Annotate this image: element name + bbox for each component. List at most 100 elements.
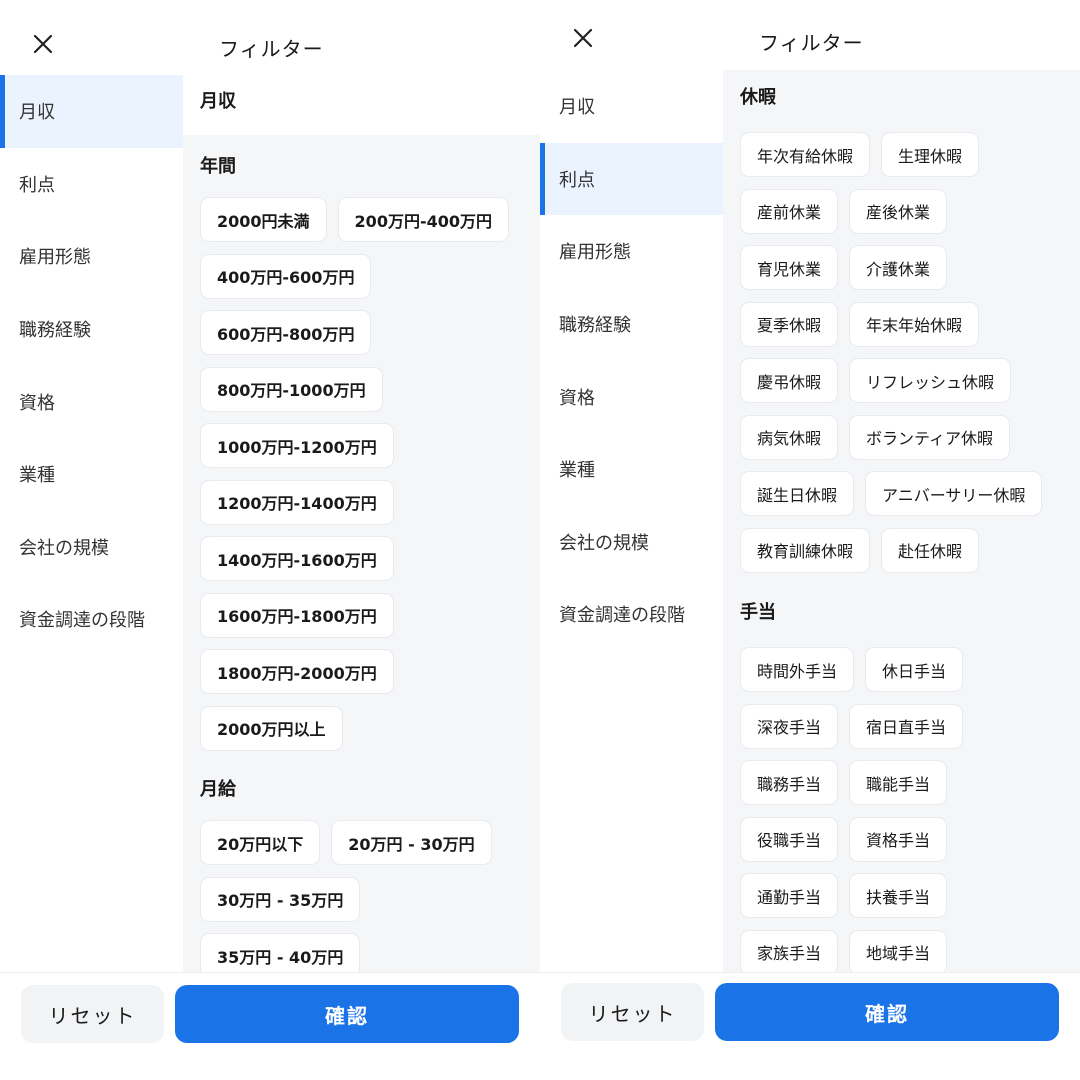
sidebar-item-label: 資格 bbox=[559, 387, 595, 409]
sidebar-item-label: 会社の規模 bbox=[19, 537, 109, 559]
sidebar-item-label: 月収 bbox=[559, 97, 595, 119]
sidebar-item-employment-type[interactable]: 雇用形態 bbox=[0, 220, 183, 293]
sidebar-item-monthly-income[interactable]: 月収 bbox=[540, 70, 723, 143]
filter-chip[interactable]: 2000万円以上 bbox=[200, 705, 343, 751]
sidebar-item-label: 利点 bbox=[19, 174, 55, 196]
filter-chip[interactable]: 夏季休暇 bbox=[740, 301, 839, 347]
filter-chip[interactable]: 地域手当 bbox=[849, 929, 948, 972]
page-title: フィルター bbox=[759, 31, 864, 55]
filter-chip[interactable]: 1000万円-1200万円 bbox=[200, 423, 394, 468]
filter-chip[interactable]: リフレッシュ休暇 bbox=[849, 358, 1012, 403]
sidebar-item-experience[interactable]: 職務経験 bbox=[540, 288, 723, 361]
footer-actions: リセット 確認 bbox=[540, 972, 1080, 1080]
page-title: フィルター bbox=[219, 37, 324, 61]
chip-group-allowance: 時間外手当 休日手当 深夜手当 宿日直手当 職務手当 職能手当 役職手当 資格手… bbox=[723, 647, 1080, 972]
filter-chip[interactable]: 慶弔休暇 bbox=[740, 358, 839, 403]
filter-chip[interactable]: 生理休暇 bbox=[881, 132, 980, 177]
filter-chip[interactable]: 職能手当 bbox=[849, 760, 948, 805]
sidebar-item-funding-stage[interactable]: 資金調達の段階 bbox=[540, 578, 723, 651]
sidebar-item-company-size[interactable]: 会社の規模 bbox=[0, 511, 183, 584]
header: フィルター bbox=[540, 0, 1080, 75]
reset-button[interactable]: リセット bbox=[21, 985, 164, 1043]
confirm-button[interactable]: 確認 bbox=[715, 983, 1059, 1041]
section-label-annual: 年間 bbox=[200, 156, 236, 177]
sidebar-item-experience[interactable]: 職務経験 bbox=[0, 293, 183, 366]
sidebar-item-employment-type[interactable]: 雇用形態 bbox=[540, 215, 723, 288]
filter-chip[interactable]: 1600万円-1800万円 bbox=[200, 592, 394, 638]
sidebar-item-label: 月収 bbox=[19, 102, 55, 124]
filter-chip[interactable]: 800万円-1000万円 bbox=[200, 366, 383, 412]
confirm-button[interactable]: 確認 bbox=[175, 985, 519, 1043]
close-button[interactable] bbox=[563, 20, 603, 60]
filter-options: 月収 年間 2000円未満 200万円-400万円 400万円-600万円 60… bbox=[183, 75, 540, 972]
sidebar-item-company-size[interactable]: 会社の規模 bbox=[540, 506, 723, 579]
filter-chip[interactable]: 200万円-400万円 bbox=[337, 197, 509, 242]
section-label-allowance: 手当 bbox=[740, 602, 776, 623]
filter-chip[interactable]: アニバーサリー休暇 bbox=[865, 471, 1043, 516]
filter-chip[interactable]: 誕生日休暇 bbox=[740, 471, 855, 516]
sidebar-item-label: 利点 bbox=[559, 169, 595, 191]
sidebar: 月収 利点 雇用形態 職務経験 資格 業種 会社の規模 資金調達の段階 bbox=[540, 70, 723, 651]
filter-chip[interactable]: 1800万円-2000万円 bbox=[200, 649, 394, 694]
filter-chip[interactable]: 産後休業 bbox=[849, 188, 948, 234]
sidebar-item-label: 職務経験 bbox=[19, 320, 91, 342]
sidebar: 月収 利点 雇用形態 職務経験 資格 業種 会社の規模 資金調達の段階 bbox=[0, 75, 183, 656]
sidebar-item-label: 雇用形態 bbox=[559, 242, 631, 264]
sidebar-item-label: 会社の規模 bbox=[559, 532, 649, 554]
filter-chip[interactable]: 年末年始休暇 bbox=[849, 301, 980, 347]
filter-chip[interactable]: 赴任休暇 bbox=[881, 527, 980, 573]
section-label-leave: 休暇 bbox=[740, 87, 776, 108]
filter-chip[interactable]: 病気休暇 bbox=[740, 414, 839, 460]
sidebar-item-label: 資金調達の段階 bbox=[19, 610, 145, 632]
filter-chip[interactable]: ボランティア休暇 bbox=[849, 414, 1011, 460]
section-heading: 月収 bbox=[183, 75, 540, 135]
filter-chip[interactable]: 深夜手当 bbox=[740, 703, 839, 749]
filter-chip[interactable]: 2000円未満 bbox=[200, 197, 327, 242]
filter-chip[interactable]: 職務手当 bbox=[740, 760, 839, 805]
footer-actions: リセット 確認 bbox=[0, 972, 540, 1080]
filter-chip[interactable]: 時間外手当 bbox=[740, 647, 855, 692]
filter-chip[interactable]: 役職手当 bbox=[740, 816, 839, 862]
sidebar-item-benefits[interactable]: 利点 bbox=[540, 142, 723, 216]
sidebar-item-label: 業種 bbox=[19, 465, 55, 487]
filter-options: 休暇 年次有給休暇 生理休暇 産前休業 産後休業 育児休業 介護休業 夏季休暇 … bbox=[723, 70, 1080, 972]
filter-chip[interactable]: 1200万円-1400万円 bbox=[200, 479, 394, 525]
filter-chip[interactable]: 家族手当 bbox=[740, 929, 839, 972]
section-label-monthly: 月給 bbox=[200, 779, 236, 800]
sidebar-item-label: 資金調達の段階 bbox=[559, 605, 685, 627]
close-button[interactable] bbox=[23, 26, 63, 66]
filter-chip[interactable]: 産前休業 bbox=[740, 188, 839, 234]
filter-chip[interactable]: 35万円 - 40万円 bbox=[200, 933, 361, 972]
sidebar-item-benefits[interactable]: 利点 bbox=[0, 148, 183, 221]
sidebar-item-label: 業種 bbox=[559, 460, 595, 482]
close-icon bbox=[32, 33, 54, 59]
filter-chip[interactable]: 育児休業 bbox=[740, 245, 839, 290]
filter-chip[interactable]: 年次有給休暇 bbox=[740, 132, 871, 177]
filter-chip[interactable]: 休日手当 bbox=[865, 647, 964, 692]
filter-chip[interactable]: 扶養手当 bbox=[849, 873, 948, 918]
filter-chip[interactable]: 宿日直手当 bbox=[849, 703, 964, 749]
sidebar-item-industry[interactable]: 業種 bbox=[0, 438, 183, 511]
filter-chip[interactable]: 介護休業 bbox=[849, 245, 948, 290]
sidebar-item-monthly-income[interactable]: 月収 bbox=[0, 75, 183, 148]
sidebar-item-funding-stage[interactable]: 資金調達の段階 bbox=[0, 583, 183, 656]
header: フィルター bbox=[0, 0, 540, 75]
chip-group-annual: 2000円未満 200万円-400万円 400万円-600万円 600万円-80… bbox=[183, 197, 540, 762]
filter-chip[interactable]: 通勤手当 bbox=[740, 873, 839, 918]
filter-chip[interactable]: 20万円 - 30万円 bbox=[331, 820, 492, 865]
sidebar-item-label: 雇用形態 bbox=[19, 247, 91, 269]
filter-chip[interactable]: 20万円以下 bbox=[200, 820, 321, 865]
filter-chip[interactable]: 資格手当 bbox=[849, 816, 948, 862]
sidebar-item-qualification[interactable]: 資格 bbox=[540, 360, 723, 433]
filter-chip[interactable]: 400万円-600万円 bbox=[200, 253, 372, 299]
filter-chip[interactable]: 教育訓練休暇 bbox=[740, 527, 871, 573]
reset-button[interactable]: リセット bbox=[561, 983, 704, 1041]
filter-panel-benefits: フィルター 月収 利点 雇用形態 職務経験 資格 業種 会社の規模 資金調達の段… bbox=[540, 0, 1080, 1080]
filter-chip[interactable]: 1400万円-1600万円 bbox=[200, 536, 394, 581]
sidebar-item-label: 資格 bbox=[19, 392, 55, 414]
sidebar-item-industry[interactable]: 業種 bbox=[540, 433, 723, 506]
filter-chip[interactable]: 30万円 - 35万円 bbox=[200, 876, 361, 922]
filter-chip[interactable]: 600万円-800万円 bbox=[200, 310, 372, 355]
sidebar-item-qualification[interactable]: 資格 bbox=[0, 365, 183, 438]
close-icon bbox=[572, 27, 594, 53]
